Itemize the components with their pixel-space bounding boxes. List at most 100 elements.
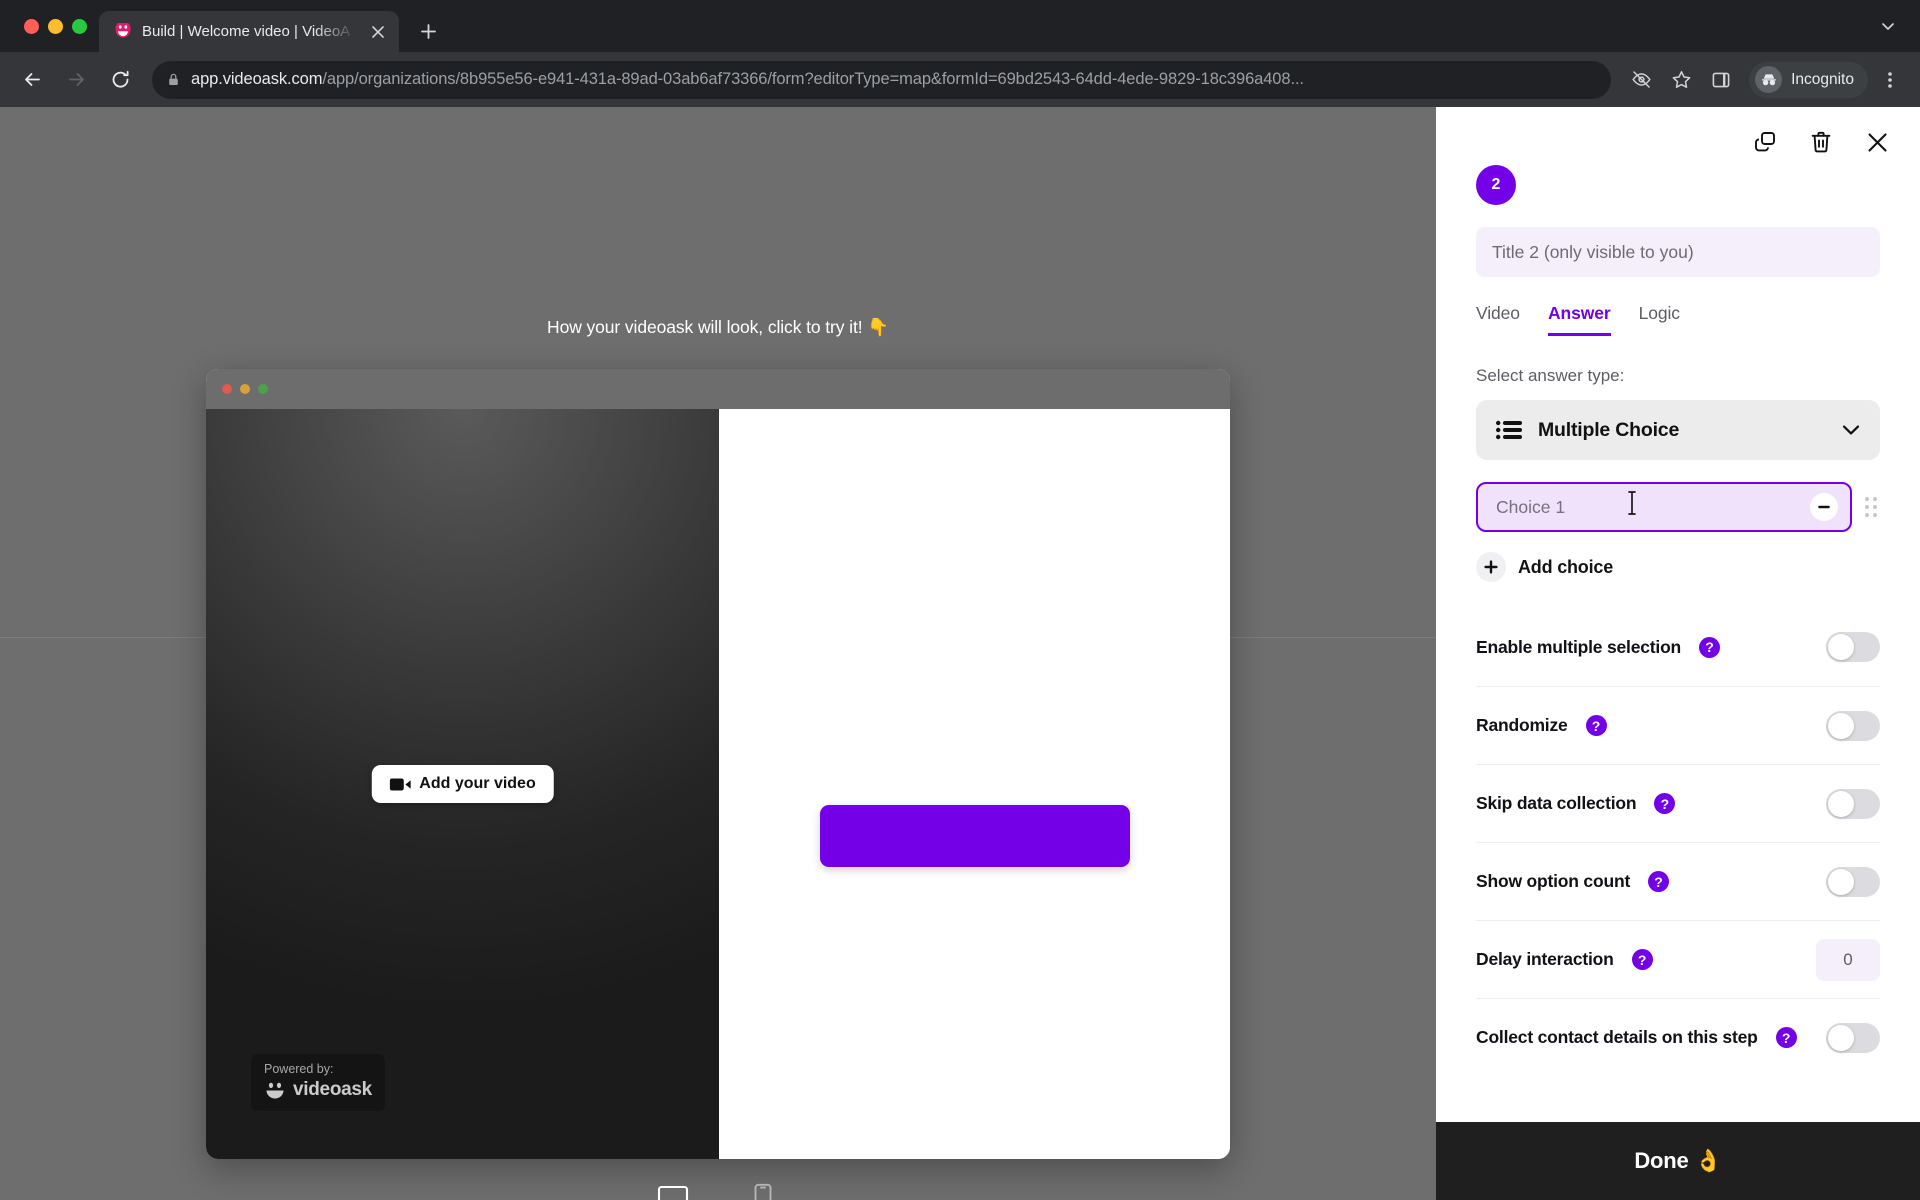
preview-caption: How your videoask will look, click to tr… — [547, 317, 889, 337]
powered-by-text: Powered by: — [264, 1062, 334, 1076]
desktop-monitor-icon[interactable] — [652, 1177, 694, 1200]
add-choice-button[interactable]: Add choice — [1476, 552, 1880, 582]
drag-handle-icon[interactable] — [1862, 496, 1880, 518]
url-path: /app/organizations/8b955e56-e941-431a-89… — [322, 70, 1304, 88]
mobile-phone-icon[interactable] — [742, 1177, 784, 1200]
tabstrip-right-controls — [1870, 0, 1920, 52]
browser-window: Build | Welcome video | VideoA app.video… — [0, 0, 1920, 1200]
preview-device-frame: Add your video Powered by: videoask — [206, 369, 1230, 1159]
minimize-window-button[interactable] — [48, 18, 63, 34]
bulleted-list-icon — [1496, 420, 1522, 440]
browser-tab-title: Build | Welcome video | VideoA — [142, 23, 351, 40]
step-settings-list: Enable multiple selection ? Randomize ? — [1476, 608, 1880, 1076]
toggle-skip-data-collection[interactable] — [1826, 788, 1880, 819]
setting-control: 0 — [1816, 938, 1880, 981]
preview-maximize-dot — [258, 384, 268, 394]
choice-input-1[interactable] — [1496, 496, 1810, 518]
eye-slash-icon[interactable] — [1623, 62, 1659, 98]
powered-by-badge[interactable]: Powered by: videoask — [251, 1054, 385, 1111]
tab-video[interactable]: Video — [1476, 303, 1520, 336]
setting-control — [1826, 632, 1880, 662]
question-mark-icon[interactable]: ? — [1648, 871, 1670, 892]
add-your-video-label: Add your video — [419, 775, 536, 792]
done-button[interactable]: Done 👌 — [1436, 1122, 1920, 1200]
setting-label: Skip data collection — [1476, 793, 1637, 813]
toggle-collect-contact-details[interactable] — [1826, 1022, 1880, 1053]
tab-logic[interactable]: Logic — [1639, 303, 1680, 336]
preview-device-titlebar — [206, 369, 1230, 409]
window-traffic-lights — [16, 0, 99, 52]
videoask-brand-name: videoask — [293, 1079, 372, 1100]
step-settings-scroll: 2 Video Answer Logic Select answer type: — [1436, 107, 1920, 1122]
preview-answer-pane — [719, 409, 1230, 1159]
toggle-enable-multiple-selection[interactable] — [1826, 632, 1880, 662]
browser-tab[interactable]: Build | Welcome video | VideoA — [99, 11, 399, 52]
question-mark-icon[interactable]: ? — [1699, 636, 1721, 658]
choice-field-1[interactable] — [1476, 482, 1852, 532]
three-dot-menu-icon[interactable] — [1872, 62, 1908, 98]
address-bar-url: app.videoask.com/app/organizations/8b955… — [191, 70, 1304, 89]
close-icon[interactable] — [367, 21, 389, 43]
incognito-profile-chip[interactable]: Incognito — [1749, 61, 1868, 98]
star-icon[interactable] — [1663, 62, 1699, 98]
delete-step-button[interactable] — [1806, 127, 1836, 157]
toggle-show-option-count[interactable] — [1826, 866, 1880, 897]
incognito-label: Incognito — [1791, 70, 1854, 88]
reload-icon[interactable] — [100, 60, 140, 100]
setting-enable-multiple-selection: Enable multiple selection ? — [1476, 608, 1880, 686]
maximize-window-button[interactable] — [72, 18, 87, 34]
forward-arrow-icon[interactable] — [56, 60, 96, 100]
setting-randomize: Randomize ? — [1476, 686, 1880, 764]
close-panel-button[interactable] — [1862, 127, 1892, 157]
address-bar[interactable]: app.videoask.com/app/organizations/8b955… — [152, 60, 1612, 99]
add-your-video-button[interactable]: Add your video — [371, 765, 554, 803]
back-arrow-icon[interactable] — [12, 60, 52, 100]
preview-choice-button[interactable] — [819, 805, 1130, 867]
page-viewport: How your videoask will look, click to tr… — [0, 107, 1920, 1200]
preview-device-body: Add your video Powered by: videoask — [206, 409, 1230, 1159]
setting-collect-contact-details: Collect contact details on this step ? — [1476, 998, 1880, 1076]
step-title-input[interactable] — [1476, 227, 1880, 277]
question-mark-icon[interactable]: ? — [1654, 793, 1676, 814]
setting-label: Randomize — [1476, 715, 1568, 735]
preview-video-pane[interactable]: Add your video Powered by: videoask — [206, 409, 719, 1159]
toggle-randomize[interactable] — [1826, 710, 1880, 741]
preview-minimize-dot — [240, 384, 250, 394]
chevron-down-icon[interactable] — [1870, 8, 1906, 44]
choice-row — [1476, 482, 1880, 532]
side-panel-icon[interactable] — [1703, 62, 1739, 98]
delay-interaction-input[interactable]: 0 — [1816, 938, 1880, 981]
browser-toolbar: app.videoask.com/app/organizations/8b955… — [0, 52, 1920, 107]
question-mark-icon[interactable]: ? — [1631, 949, 1653, 970]
setting-skip-data-collection: Skip data collection ? — [1476, 764, 1880, 842]
videoask-smiley-icon — [113, 22, 132, 41]
preview-close-dot — [222, 384, 232, 394]
form-editor-canvas[interactable]: How your videoask will look, click to tr… — [0, 107, 1436, 1200]
answer-type-select[interactable]: Multiple Choice — [1476, 400, 1880, 460]
step-settings-panel: 2 Video Answer Logic Select answer type: — [1436, 107, 1920, 1200]
close-window-button[interactable] — [24, 18, 39, 34]
question-mark-icon[interactable]: ? — [1775, 1027, 1797, 1048]
setting-show-option-count: Show option count ? — [1476, 842, 1880, 920]
tab-answer[interactable]: Answer — [1547, 303, 1611, 336]
question-mark-icon[interactable]: ? — [1585, 715, 1607, 736]
setting-label: Enable multiple selection — [1476, 636, 1682, 657]
video-camera-icon — [389, 777, 411, 792]
device-view-toggles — [206, 1177, 1230, 1200]
step-number-badge: 2 — [1476, 165, 1516, 205]
setting-label: Delay interaction — [1476, 949, 1614, 969]
plus-icon — [1476, 552, 1506, 582]
videoask-smiley-icon — [264, 1082, 286, 1099]
incognito-hat-icon — [1755, 66, 1783, 93]
setting-control — [1826, 866, 1880, 897]
remove-choice-button[interactable] — [1810, 493, 1838, 521]
duplicate-step-button[interactable] — [1750, 127, 1780, 157]
chevron-down-icon — [1842, 424, 1860, 436]
answer-type-value: Multiple Choice — [1538, 418, 1680, 441]
browser-tabstrip: Build | Welcome video | VideoA — [0, 0, 1920, 52]
setting-label: Show option count — [1476, 871, 1631, 891]
setting-delay-interaction: Delay interaction ? 0 — [1476, 920, 1880, 998]
videoask-brand: videoask — [264, 1079, 372, 1101]
done-button-label: Done 👌 — [1634, 1148, 1722, 1173]
new-tab-button[interactable] — [411, 14, 445, 48]
